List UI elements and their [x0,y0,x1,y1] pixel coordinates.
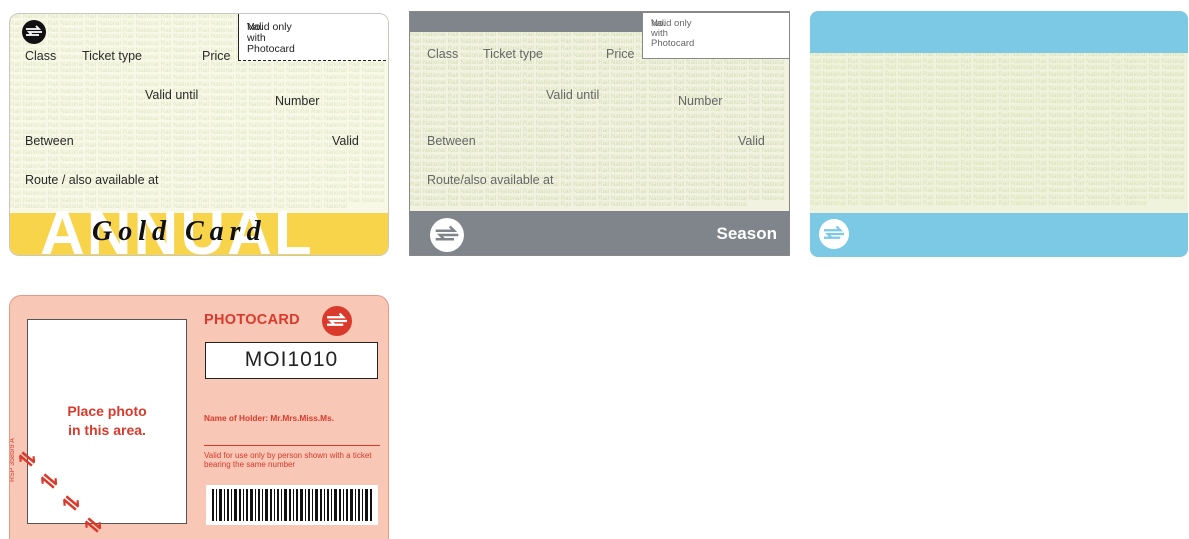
photocard-note-line2: No. [247,21,264,33]
between-label: Between [25,134,74,148]
ticket-type-label: Ticket type [82,49,142,63]
photocard-note-line2: No. [651,18,666,29]
holder-name-line [204,445,380,446]
number-label: Number [275,94,320,108]
blue-bottom-band [810,213,1188,257]
class-label: Class [427,47,459,61]
photo-placeholder-area[interactable]: Place photo in this area. [27,319,187,524]
route-label: Route / also available at [25,173,159,187]
class-label: Class [25,49,57,63]
photocard-number: MOI1010 [205,342,378,379]
barcode [206,485,378,525]
holder-name-label: Name of Holder: Mr.Mrs.Miss.Ms. [204,413,335,423]
photocard-number-box: Valid only with Photocard No. [642,12,789,59]
price-label: Price [606,47,635,61]
number-label: Number [678,94,723,108]
photo-placeholder-text: Place photo in this area. [67,403,147,438]
national-rail-icon [322,306,352,336]
ticket-type-label: Ticket type [483,47,543,61]
blue-blank-card: Rail National Rail National Rail Nationa… [810,11,1188,257]
annual-gold-card: Rail National Rail National Rail Nationa… [9,13,389,256]
validity-text: Valid for use only by person shown with … [204,451,372,469]
photocard: Place photo in this area. ⇌ ⇌ ⇌ ⇌ RSP 35… [9,295,389,539]
national-rail-icon [22,20,46,44]
valid-until-label: Valid until [145,88,199,102]
blue-top-band [810,11,1188,53]
national-rail-icon [430,218,464,252]
form-code: RSP 3585/9 A [9,438,16,482]
season-wordmark: Season [716,224,777,243]
season-card: Rail National Rail National Rail Nationa… [409,11,790,256]
between-label: Between [427,134,476,148]
valid-until-label: Valid until [546,88,600,102]
valid-label: Valid [738,134,765,148]
gold-card-wordmark: Gold Card [92,216,267,247]
photocard-number-box: Valid only with Photocard No. [238,14,388,61]
national-rail-icon [819,219,849,249]
route-label: Route/also available at [427,173,554,187]
valid-label: Valid [332,134,359,148]
price-label: Price [202,49,231,63]
photocard-title: PHOTOCARD [204,312,300,328]
